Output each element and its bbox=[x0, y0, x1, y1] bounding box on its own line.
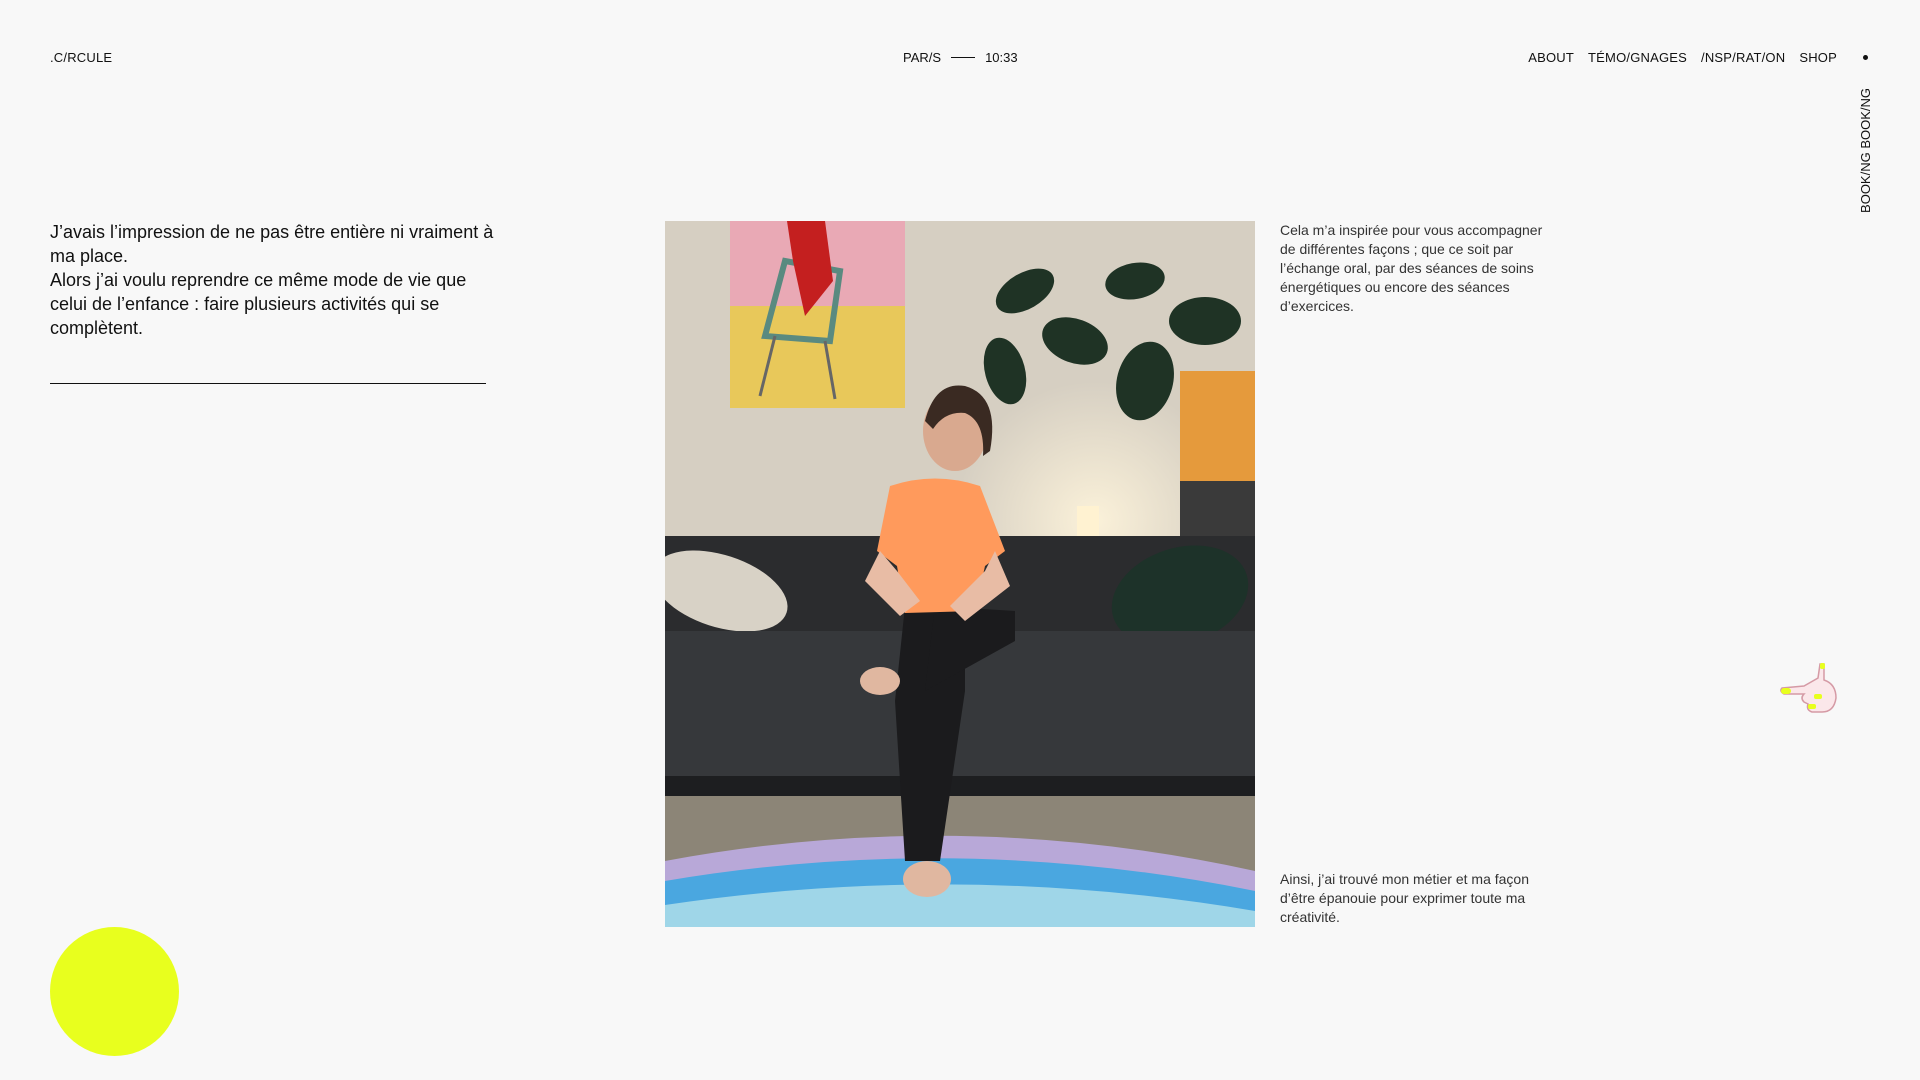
intro-paragraph-2: Alors j’ai voulu reprendre ce même mode … bbox=[50, 270, 467, 338]
nav-inspiration[interactable]: /NSP/RAT/ON bbox=[1701, 50, 1785, 65]
pointing-hand-icon bbox=[1778, 660, 1842, 720]
separator-dash bbox=[951, 57, 976, 58]
intro-paragraph-1: J’avais l’impression de ne pas être enti… bbox=[50, 222, 494, 266]
location-clock: PAR/S 10:33 bbox=[903, 50, 1018, 65]
booking-label: BOOK/NG BOOK/NG bbox=[1857, 88, 1873, 213]
side-text-top: Cela m’a inspirée pour vous accompagner … bbox=[1280, 221, 1560, 316]
nav-temoignages[interactable]: TÉMO/GNAGES bbox=[1588, 50, 1687, 65]
page: .C/RCULE PAR/S 10:33 ABOUT TÉMO/GNAGES /… bbox=[0, 0, 1920, 1080]
logo[interactable]: .C/RCULE bbox=[50, 50, 112, 65]
side-paragraph-bottom: Ainsi, j’ai trouvé mon métier et ma faço… bbox=[1280, 871, 1529, 925]
main-nav: ABOUT TÉMO/GNAGES /NSP/RAT/ON SHOP bbox=[1528, 50, 1868, 65]
side-text-bottom: Ainsi, j’ai trouvé mon métier et ma faço… bbox=[1280, 870, 1560, 927]
booking-link[interactable]: BOOK/NG BOOK/NG bbox=[1855, 88, 1875, 213]
nav-about[interactable]: ABOUT bbox=[1528, 50, 1574, 65]
nav-shop[interactable]: SHOP bbox=[1799, 50, 1837, 65]
city-label: PAR/S bbox=[903, 50, 942, 65]
yellow-circle-button[interactable] bbox=[50, 927, 179, 1056]
intro-text: J’avais l’impression de ne pas être enti… bbox=[50, 220, 500, 340]
side-paragraph-top: Cela m’a inspirée pour vous accompagner … bbox=[1280, 222, 1543, 314]
time-label: 10:33 bbox=[985, 50, 1018, 65]
dot-icon[interactable] bbox=[1863, 55, 1868, 60]
divider bbox=[50, 383, 486, 384]
portrait-photo bbox=[665, 221, 1255, 927]
